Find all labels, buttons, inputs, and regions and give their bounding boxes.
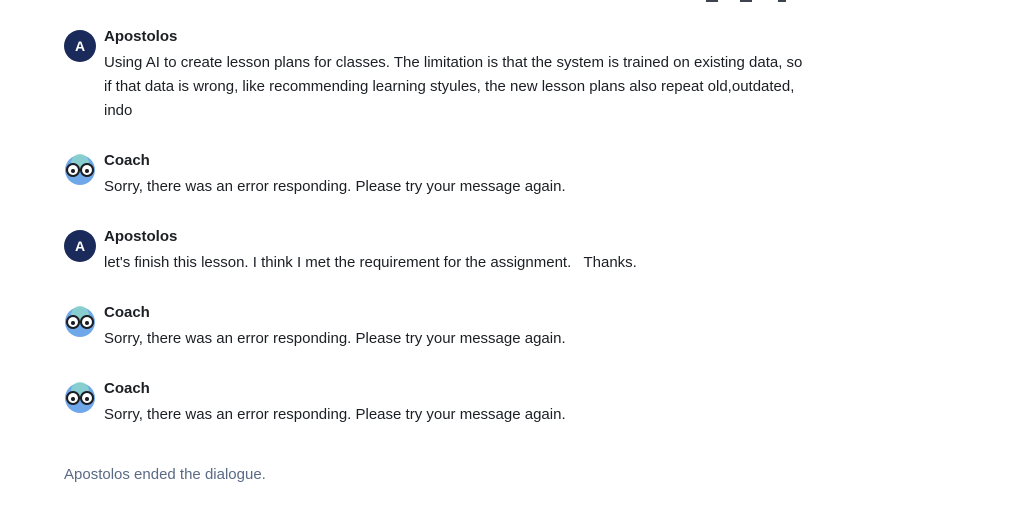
toolbar-icon[interactable]: [778, 0, 786, 2]
message-coach: Coach Sorry, there was an error respondi…: [64, 304, 824, 354]
message-text: Using AI to create lesson plans for clas…: [104, 54, 807, 119]
dialogue-ended-status: Apostolos ended the dialogue.: [64, 466, 266, 483]
message-text: Sorry, there was an error responding. Pl…: [104, 330, 566, 347]
message-author: Apostolos: [104, 228, 178, 245]
user-avatar: A: [64, 30, 96, 62]
message-author: Coach: [104, 152, 150, 169]
message-author: Apostolos: [104, 28, 178, 45]
message-text: Sorry, there was an error responding. Pl…: [104, 406, 566, 423]
toolbar-icon[interactable]: [740, 0, 752, 2]
user-avatar: A: [64, 230, 96, 262]
coach-avatar-icon: [64, 382, 96, 414]
message-user: A Apostolos let's finish this lesson. I …: [64, 228, 824, 278]
message-coach: Coach Sorry, there was an error respondi…: [64, 380, 824, 430]
toolbar-icon[interactable]: [706, 0, 718, 2]
coach-avatar-icon: [64, 306, 96, 338]
message-text: Sorry, there was an error responding. Pl…: [104, 178, 566, 195]
message-author: Coach: [104, 380, 150, 397]
chat-transcript: A Apostolos Using AI to create lesson pl…: [0, 0, 1022, 514]
message-text: let's finish this lesson. I think I met …: [104, 254, 637, 271]
message-user: A Apostolos Using AI to create lesson pl…: [64, 28, 824, 128]
message-coach: Coach Sorry, there was an error respondi…: [64, 152, 824, 202]
coach-avatar-icon: [64, 154, 96, 186]
message-author: Coach: [104, 304, 150, 321]
